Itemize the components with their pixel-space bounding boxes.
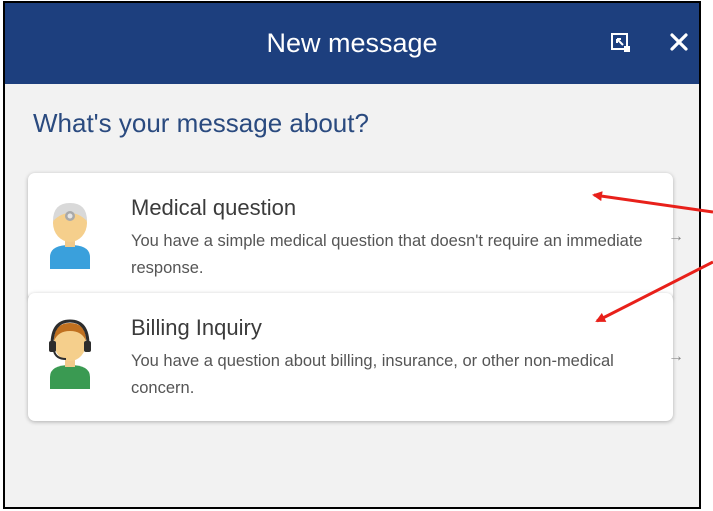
option-card-medical-question[interactable]: Medical question You have a simple medic… bbox=[28, 173, 684, 301]
dialog-header: New message bbox=[5, 3, 699, 84]
doctor-avatar-icon bbox=[50, 203, 90, 269]
popout-button[interactable] bbox=[605, 25, 637, 59]
close-icon bbox=[670, 33, 688, 51]
popout-icon bbox=[611, 33, 630, 52]
option-title: Medical question bbox=[131, 195, 297, 220]
option-title: Billing Inquiry bbox=[131, 315, 262, 340]
page-question: What's your message about? bbox=[33, 108, 369, 138]
arrow-right-icon: → bbox=[668, 228, 684, 245]
new-message-dialog: New message What's your message about? M… bbox=[3, 1, 701, 509]
option-card-billing-inquiry[interactable]: Billing Inquiry You have a question abou… bbox=[28, 293, 684, 421]
close-button[interactable] bbox=[663, 25, 695, 59]
option-description: You have a simple medical question that … bbox=[131, 232, 643, 277]
dialog-title: New message bbox=[266, 28, 438, 58]
option-description: You have a question about billing, insur… bbox=[131, 352, 614, 397]
arrow-right-icon: → bbox=[668, 348, 684, 365]
support-agent-avatar-icon bbox=[49, 319, 91, 389]
